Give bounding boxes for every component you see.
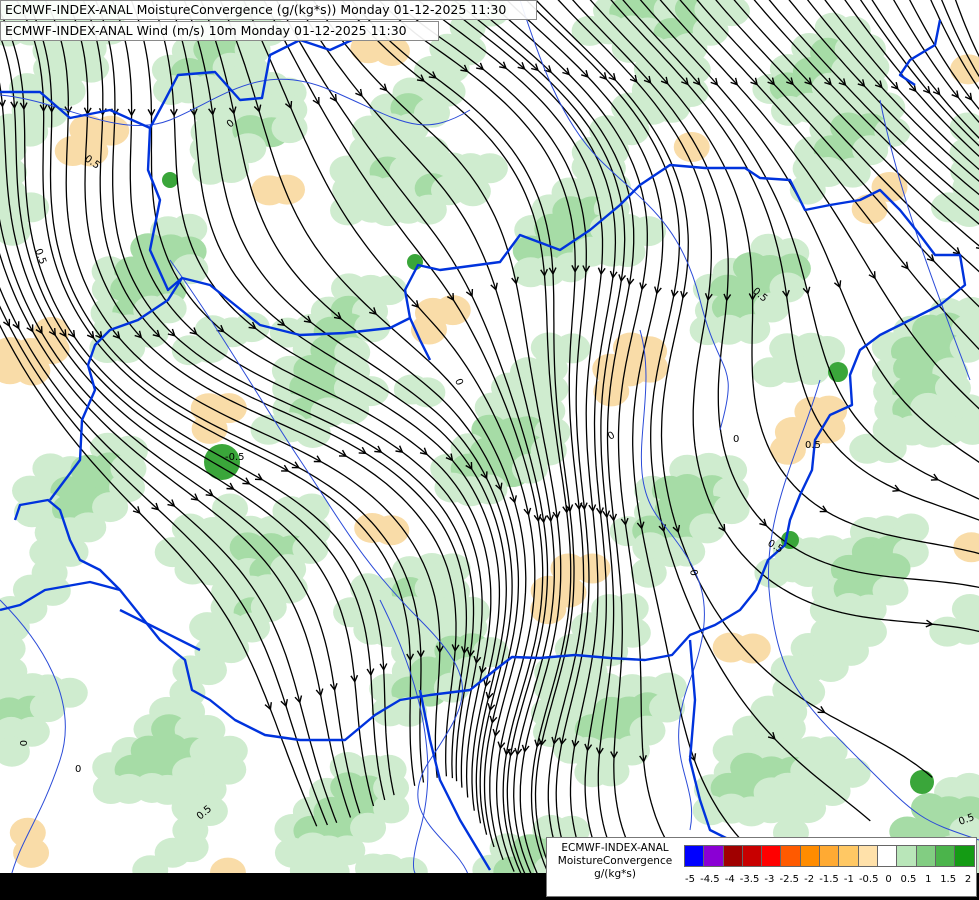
legend-swatch — [858, 846, 878, 866]
weather-map: 0.50.500.500.50.500.5 0.5-0.50000 — [0, 0, 979, 888]
legend-swatch — [955, 846, 975, 866]
country-border — [119, 608, 201, 652]
legend-tick: -2 — [804, 874, 815, 885]
legend-tick: -4.5 — [700, 874, 720, 885]
convergence-cell — [354, 312, 391, 343]
convergence-cell — [269, 174, 306, 205]
convergence-max — [162, 172, 178, 188]
convergence-cell — [454, 176, 491, 207]
convergence-cell — [271, 113, 308, 144]
convergence-cell — [654, 92, 691, 123]
legend-swatch — [916, 846, 936, 866]
convergence-cell — [13, 837, 50, 868]
legend-tick: -4 — [724, 874, 735, 885]
legend-tick: 1.5 — [940, 874, 957, 885]
convergence-cell — [530, 594, 567, 625]
convergence-cell — [632, 352, 669, 383]
legend-swatch — [839, 846, 859, 866]
legend-swatch — [820, 846, 840, 866]
legend-tick: -1 — [843, 874, 854, 885]
country-border — [898, 19, 942, 86]
legend-swatch — [762, 846, 782, 866]
legend-swatch — [800, 846, 821, 866]
map-title-wind: ECMWF-INDEX-ANAL Wind (m/s) 10m Monday 0… — [0, 21, 439, 41]
legend-swatch — [897, 846, 917, 866]
legend-tick: 0.5 — [900, 874, 917, 885]
convergence-cell — [673, 132, 710, 163]
legend-swatch — [935, 846, 956, 866]
legend-tick: 2 — [964, 874, 972, 885]
contour-label: 0 — [17, 740, 28, 746]
contour-label: 0 — [733, 434, 739, 445]
legend-tick: -1.5 — [819, 874, 839, 885]
convergence-cell — [14, 355, 51, 386]
legend-title-model: ECMWF-INDEX-ANAL — [561, 842, 669, 854]
contour-label: 0.5 — [805, 440, 821, 451]
contour-label: 0.5 — [32, 247, 48, 266]
legend-tick: -3.5 — [739, 874, 760, 885]
legend-swatch — [685, 846, 705, 866]
map-title-moisture: ECMWF-INDEX-ANAL MoistureConvergence (g/… — [0, 0, 537, 20]
convergence-cell — [409, 377, 446, 408]
legend-swatch — [877, 846, 898, 866]
convergence-cell — [669, 536, 706, 567]
legend-swatches — [684, 845, 976, 867]
color-legend: ECMWF-INDEX-ANAL MoistureConvergence g/(… — [546, 837, 977, 897]
contour-label: 0 — [75, 764, 81, 775]
legend-swatch — [723, 846, 743, 866]
convergence-cell — [953, 532, 979, 563]
contour-label: -0.5 — [225, 452, 245, 463]
legend-tick: -3 — [764, 874, 775, 885]
convergence-cell — [471, 474, 508, 505]
legend-swatch — [781, 846, 801, 866]
legend-title-variable: MoistureConvergence — [557, 855, 673, 867]
convergence-cell — [73, 52, 110, 83]
legend-swatch — [704, 846, 724, 866]
convergence-cell — [172, 832, 209, 863]
legend-tick: 1 — [925, 874, 932, 885]
moisture-convergence-field — [0, 0, 979, 888]
legend-title: ECMWF-INDEX-ANAL MoistureConvergence g/(… — [549, 842, 681, 881]
legend-tick: -2.5 — [779, 874, 800, 885]
contour-label: 0 — [452, 377, 465, 387]
legend-tick: 0 — [885, 874, 892, 885]
legend-title-unit: g/(kg*s) — [594, 868, 636, 880]
legend-tick: -5 — [685, 874, 695, 885]
legend-swatch — [742, 846, 763, 866]
map-stage: 0.5 0.5 0 0.5 0 0.5 0.5 0 0.5 0.5 -0.5 0 0 0 0 ECMWF-I… — [0, 0, 979, 900]
legend-tick: -0.5 — [858, 874, 879, 885]
legend-ticks: -5 -4.5 -4 -3.5 -3 -2.5 -2 -1.5 -1 -0.5 0 0.5 1 1.5 2 — [684, 874, 974, 888]
convergence-cell — [812, 652, 849, 683]
convergence-cell — [192, 333, 229, 364]
convergence-max — [910, 770, 934, 794]
convergence-cell — [734, 633, 771, 664]
convergence-max — [407, 254, 423, 270]
